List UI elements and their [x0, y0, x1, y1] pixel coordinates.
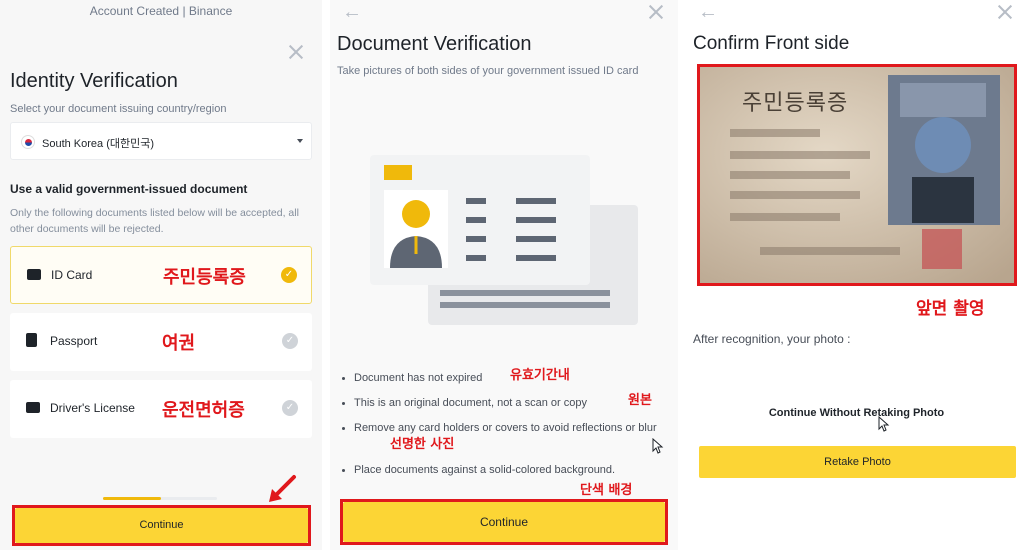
continue-button[interactable]: Continue: [15, 508, 308, 543]
page-subtitle: Take pictures of both sides of your gove…: [337, 65, 639, 77]
document-heading: Use a valid government-issued document: [10, 182, 248, 196]
korea-flag-icon: [21, 135, 35, 149]
page-title: Document Verification: [337, 33, 532, 55]
requirement-text: Place documents against a solid-colored …: [354, 464, 616, 476]
mouse-cursor-icon: [878, 416, 890, 432]
back-arrow-icon[interactable]: ←: [342, 2, 362, 22]
document-option-drivers-license[interactable]: Driver's License 운전면허증 ✓: [10, 380, 312, 438]
window-title: Account Created | Binance: [89, 4, 233, 18]
annotation-label: 주민등록증: [163, 267, 246, 288]
id-card-photo: 주민등록증: [697, 64, 1017, 286]
pointer-arrow-icon: [269, 475, 296, 502]
annotation-label: 운전면허증: [162, 400, 245, 421]
region-prompt: Select your document issuing country/reg…: [10, 103, 227, 115]
continue-button[interactable]: Continue: [343, 502, 665, 542]
annotation-label: 선명한 사진: [390, 437, 455, 452]
recognition-text: After recognition, your photo :: [693, 332, 851, 346]
close-icon[interactable]: [997, 4, 1013, 20]
chevron-down-icon: [297, 139, 303, 143]
annotation-label: 앞면 촬영: [916, 299, 985, 319]
confirm-front-panel: ← Confirm Front side 주민등록증 앞면 촬영 After r…: [686, 0, 1027, 550]
annotation-label: 여권: [162, 333, 196, 354]
back-arrow-icon[interactable]: ←: [698, 2, 718, 22]
continue-without-retake-link[interactable]: Continue Without Retaking Photo: [686, 407, 1027, 419]
continue-highlight: Continue: [340, 499, 668, 545]
page-title: Confirm Front side: [693, 33, 850, 54]
document-option-label: ID Card: [51, 268, 93, 282]
country-select[interactable]: South Korea (대한민국): [10, 122, 312, 160]
check-icon: ✓: [282, 400, 298, 416]
requirement-text: Remove any card holders or covers to avo…: [354, 422, 657, 434]
requirement-text: This is an original document, not a scan…: [354, 397, 587, 409]
id-card-icon: [27, 269, 41, 280]
annotation-label: 원본: [628, 393, 652, 408]
progress-indicator: [103, 497, 217, 500]
document-option-id-card[interactable]: ID Card 주민등록증 ✓: [10, 246, 312, 304]
mouse-cursor-icon: [652, 438, 664, 454]
close-icon[interactable]: [648, 4, 664, 20]
annotation-label: 유효기간내: [510, 368, 570, 383]
document-option-passport[interactable]: Passport 여권 ✓: [10, 313, 312, 371]
id-card-heading: 주민등록증: [742, 91, 849, 116]
continue-highlight: Continue: [12, 505, 311, 546]
retake-photo-button[interactable]: Retake Photo: [699, 446, 1016, 478]
annotation-label: 단색 배경: [580, 483, 633, 498]
document-option-label: Driver's License: [50, 401, 135, 415]
check-icon: ✓: [282, 333, 298, 349]
page-title: Identity Verification: [10, 70, 178, 92]
close-icon[interactable]: [288, 44, 304, 60]
document-note: Only the following documents listed belo…: [10, 207, 299, 235]
identity-verification-panel: Account Created | Binance Identity Verif…: [0, 0, 322, 550]
passport-icon: [26, 333, 37, 347]
country-value: South Korea (대한민국): [42, 138, 155, 150]
document-option-label: Passport: [50, 334, 98, 348]
divider: [678, 0, 686, 550]
document-verification-panel: ← Document Verification Take pictures of…: [330, 0, 678, 550]
check-icon: ✓: [281, 267, 297, 283]
license-icon: [26, 402, 40, 413]
divider: [322, 0, 330, 550]
id-card-illustration: [370, 155, 638, 325]
